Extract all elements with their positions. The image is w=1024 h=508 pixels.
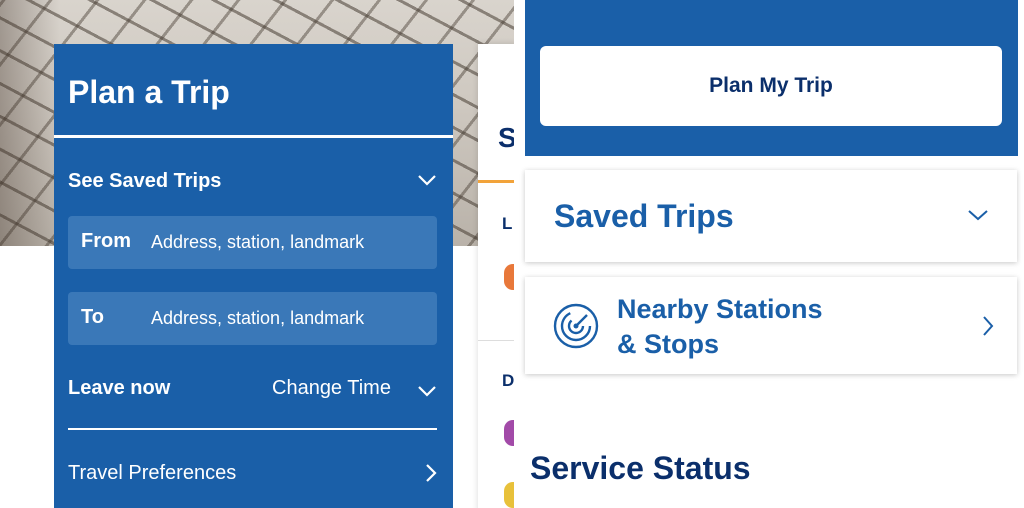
chevron-down-icon [968,210,988,221]
nearby-stations-card[interactable]: Nearby Stations & Stops [525,277,1017,374]
travel-preferences-link[interactable]: Travel Preferences [54,449,453,497]
chevron-right-icon [983,316,994,336]
trip-planner-desktop-view: S L D Plan a Trip See Saved Trips From A… [0,0,514,508]
line-color-dot-yellow [504,482,514,508]
title-divider [54,135,453,138]
travel-preferences-label: Travel Preferences [68,462,237,484]
saved-trips-title: Saved Trips [554,198,734,234]
nearby-stations-title: Nearby Stations & Stops [617,292,917,362]
to-label: To [81,306,104,328]
plan-a-trip-panel: Plan a Trip See Saved Trips From Address… [54,44,453,508]
see-saved-trips-label: See Saved Trips [68,170,222,192]
line-color-dot-orange [504,264,514,290]
from-label: From [81,230,131,252]
service-status-heading: Service Status [530,450,751,486]
chevron-down-icon [418,175,436,186]
plan-my-trip-button[interactable]: Plan My Trip [540,46,1002,126]
background-divider [478,340,514,341]
nearby-title-line-2: & Stops [617,329,720,359]
line-color-dot-purple [504,420,514,446]
background-heading-peek: S [498,122,514,153]
chevron-down-icon [418,386,436,397]
hero-shade [0,0,60,246]
background-section-peek-2: D [502,371,514,390]
background-accent-rule [478,180,514,183]
nearby-title-line-1: Nearby Stations [617,294,823,324]
options-divider [68,428,437,430]
leave-now-label: Leave now [68,377,171,399]
to-field[interactable]: To Address, station, landmark [68,292,437,345]
background-content-card: S L D [478,44,514,508]
radar-icon [553,303,599,349]
from-input-placeholder[interactable]: Address, station, landmark [151,232,364,253]
panel-title: Plan a Trip [68,74,230,110]
chevron-right-icon [426,464,437,482]
change-time-label: Change Time [272,377,391,399]
saved-trips-card[interactable]: Saved Trips [525,170,1017,262]
plan-trip-header: Plan My Trip [525,0,1018,156]
from-field[interactable]: From Address, station, landmark [68,216,437,269]
see-saved-trips-toggle[interactable]: See Saved Trips [54,154,453,204]
change-time-button[interactable]: Change Time [264,369,453,409]
to-input-placeholder[interactable]: Address, station, landmark [151,308,364,329]
trip-planner-mobile-view: Plan My Trip Saved Trips Nearby Stations… [514,0,1024,508]
background-section-peek-1: L [502,214,513,233]
